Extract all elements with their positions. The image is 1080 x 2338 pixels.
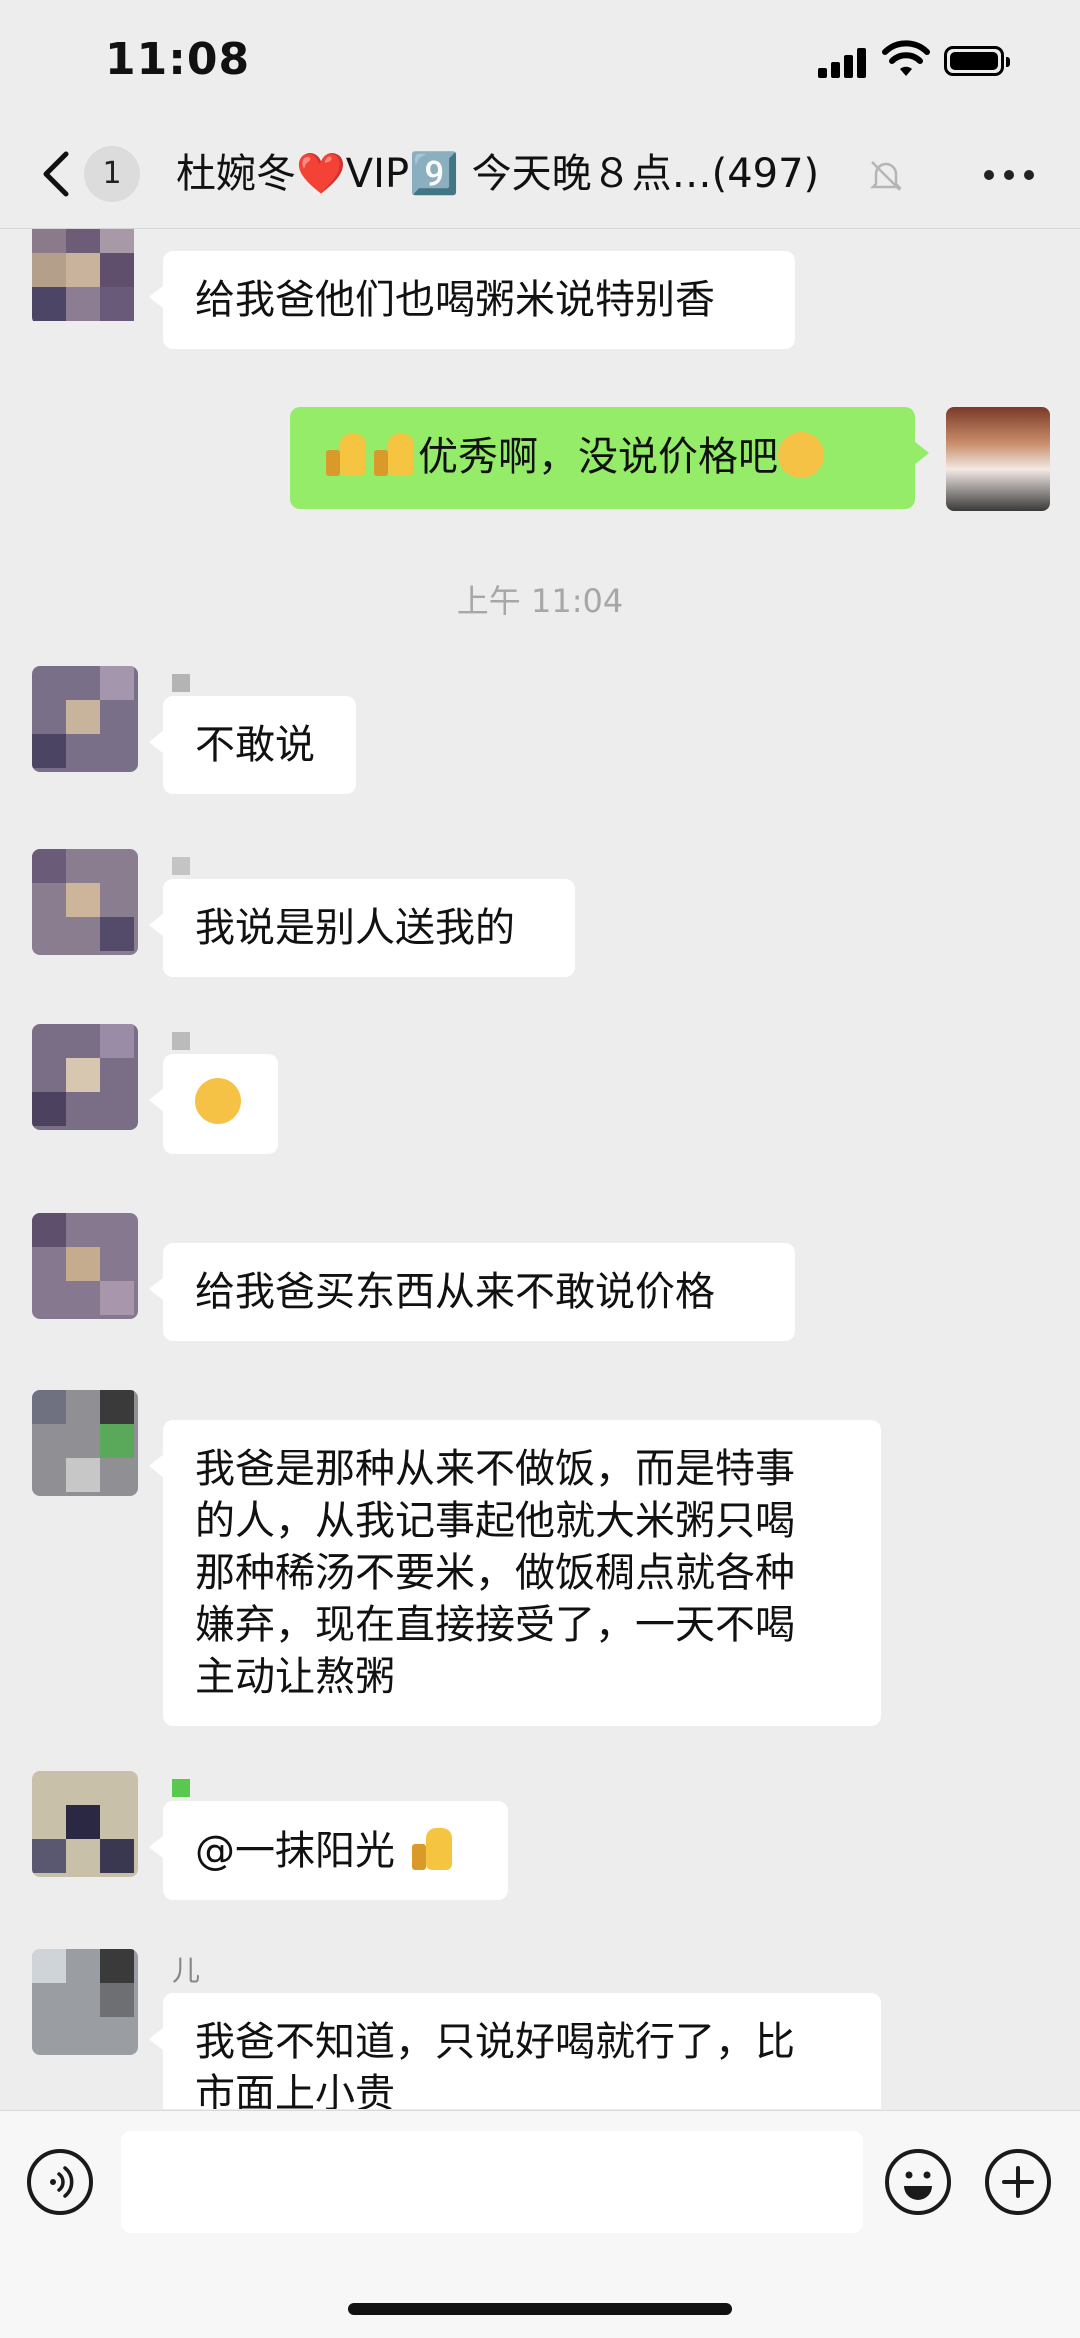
sender-name: 儿 (172, 1954, 201, 1987)
status-time: 11:08 (105, 34, 251, 85)
message-bubble-self[interactable]: 优秀啊，没说价格吧 (290, 407, 929, 509)
message-timestamp: 上午 11:04 (456, 582, 624, 620)
avatar[interactable] (32, 1213, 138, 1319)
cellular-signal-icon (818, 48, 868, 78)
message-bubble[interactable]: 给我爸他们也喝粥米说特别香 (149, 251, 795, 349)
avatar[interactable] (32, 849, 138, 955)
chat-title: 杜婉冬❤️VIP9️⃣ 今天晚８点…(497) (176, 151, 820, 197)
message-bubble[interactable]: 我说是别人送我的 (149, 879, 575, 977)
add-icon[interactable] (985, 2149, 1051, 2215)
avatar[interactable] (32, 1771, 138, 1877)
home-indicator[interactable] (348, 2303, 732, 2315)
chat-header: 1 杜婉冬❤️VIP9️⃣ 今天晚８点…(497) (0, 120, 1080, 229)
message-line: 主动让熬粥 (195, 1654, 395, 1700)
message-line: 我爸不知道，只说好喝就行了，比 (195, 2019, 795, 2065)
wifi-icon (882, 40, 930, 76)
sender-name (172, 1771, 190, 1801)
message-text: @一抹阳光 (195, 1828, 408, 1874)
self-avatar[interactable] (946, 407, 1050, 511)
message-text: 优秀啊，没说价格吧 (418, 434, 778, 480)
avatar[interactable] (32, 666, 138, 772)
message-bubble[interactable]: 不敢说 (149, 696, 356, 794)
avatar[interactable] (32, 1024, 138, 1130)
voice-icon[interactable] (27, 2149, 93, 2215)
message-line: 的人，从我记事起他就大米粥只喝 (195, 1498, 795, 1544)
back-chevron-icon[interactable] (36, 148, 76, 200)
message-bubble[interactable]: 我爸不知道，只说好喝就行了，比 市面上小贵 (149, 1993, 881, 2109)
message-bubble[interactable]: @一抹阳光 (149, 1801, 508, 1900)
avatar[interactable] (32, 1949, 138, 2055)
message-bubble[interactable]: 我爸是那种从来不做饭，而是特事 的人，从我记事起他就大米粥只喝 那种稀汤不要米，… (149, 1420, 881, 1726)
unread-count-badge[interactable]: 1 (84, 146, 140, 202)
sender-name (172, 1024, 190, 1054)
message-line: 嫌弃，现在直接接受了，一天不喝 (195, 1602, 795, 1648)
thumbs-up-icon (370, 430, 418, 478)
avatar[interactable] (32, 229, 138, 325)
message-input[interactable] (121, 2131, 863, 2233)
message-line: 那种稀汤不要米，做饭稠点就各种 (195, 1550, 795, 1596)
message-bubble[interactable]: 给我爸买东西从来不敢说价格 (149, 1243, 795, 1341)
avatar[interactable] (32, 1390, 138, 1496)
message-list[interactable]: 给我爸他们也喝粥米说特别香 优秀啊，没说价格吧 上午 11:04 不敢说 我说是… (0, 229, 1080, 2109)
battery-icon (944, 46, 1010, 76)
emoji-icon[interactable] (885, 2149, 951, 2215)
mute-bell-icon (869, 161, 903, 191)
thumbs-up-icon (322, 430, 370, 478)
sender-name (172, 849, 190, 879)
thinking-face-icon (778, 432, 824, 478)
message-bubble[interactable] (149, 1054, 278, 1154)
thumbs-up-icon (408, 1824, 456, 1872)
laughing-crying-icon (195, 1078, 241, 1124)
sender-name (172, 666, 190, 696)
message-line: 我爸是那种从来不做饭，而是特事 (195, 1446, 795, 1492)
message-line: 市面上小贵 (195, 2071, 395, 2109)
more-options-icon[interactable] (984, 170, 1036, 182)
status-bar: 11:08 (0, 0, 1080, 120)
